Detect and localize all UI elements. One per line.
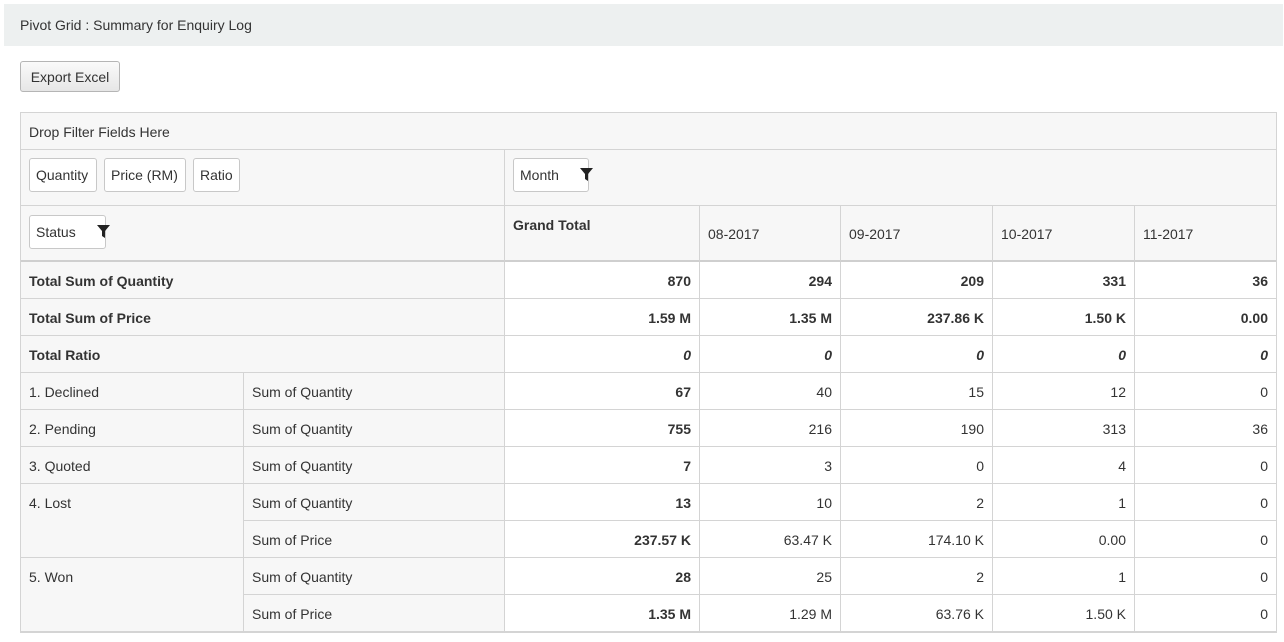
column-header-month[interactable]: 11-2017 [1135, 206, 1276, 262]
data-cell: 0 [841, 447, 993, 484]
column-field-label: Month [520, 167, 559, 183]
data-field-ratio[interactable]: Ratio [193, 158, 240, 192]
grand-total-header: Grand Total [505, 206, 700, 262]
data-field-price[interactable]: Price (RM) [104, 158, 186, 192]
data-cell: 36 [1135, 410, 1276, 447]
row-measure-label: Sum of Quantity [244, 484, 505, 521]
column-header-month[interactable]: 08-2017 [700, 206, 841, 262]
grand-total-cell: 67 [505, 373, 700, 410]
data-cell: 63.47 K [700, 521, 841, 558]
data-cell: 2 [841, 558, 993, 595]
grand-total-cell: 7 [505, 447, 700, 484]
grand-total-cell: 870 [505, 262, 700, 299]
grand-total-cell: 28 [505, 558, 700, 595]
data-cell: 12 [993, 373, 1135, 410]
row-status-label: 3. Quoted [21, 447, 244, 484]
grand-total-cell: 1.35 M [505, 595, 700, 632]
total-row-label: Total Sum of Quantity [21, 262, 505, 299]
total-value-cell: 1.50 K [993, 299, 1135, 336]
grand-total-cell: 1.59 M [505, 299, 700, 336]
filter-drop-area[interactable]: Drop Filter Fields Here [21, 113, 1276, 150]
data-cell: 63.76 K [841, 595, 993, 632]
data-cell: 2 [841, 484, 993, 521]
data-cell: 0 [1135, 558, 1276, 595]
data-cell: 0 [1135, 521, 1276, 558]
row-status-label: 4. Lost [21, 484, 244, 558]
total-value-cell: 294 [700, 262, 841, 299]
data-cell: 4 [993, 447, 1135, 484]
export-excel-button[interactable]: Export Excel [20, 61, 120, 92]
pivot-grid: Drop Filter Fields Here Quantity Price (… [20, 112, 1277, 633]
row-measure-label: Sum of Quantity [244, 447, 505, 484]
panel-title: Pivot Grid : Summary for Enquiry Log [20, 17, 252, 33]
data-cell: 1 [993, 484, 1135, 521]
data-cell: 1.29 M [700, 595, 841, 632]
row-field-status[interactable]: Status [29, 215, 110, 249]
total-value-cell: 237.86 K [841, 299, 993, 336]
data-cell: 10 [700, 484, 841, 521]
data-cell: 1.50 K [993, 595, 1135, 632]
data-cell: 0 [1135, 595, 1276, 632]
data-field-area: Quantity Price (RM) Ratio [21, 150, 505, 206]
data-cell: 1 [993, 558, 1135, 595]
data-cell: 216 [700, 410, 841, 447]
data-cell: 25 [700, 558, 841, 595]
data-field-quantity[interactable]: Quantity [29, 158, 97, 192]
row-status-label: 2. Pending [21, 410, 244, 447]
filter-area-label: Drop Filter Fields Here [29, 124, 170, 140]
data-cell: 313 [993, 410, 1135, 447]
column-field-area: Month [505, 150, 1276, 206]
row-status-label: 1. Declined [21, 373, 244, 410]
grand-total-cell: 13 [505, 484, 700, 521]
total-row-label: Total Ratio [21, 336, 505, 373]
data-cell: 3 [700, 447, 841, 484]
row-field-area: Status [21, 206, 505, 262]
row-measure-label: Sum of Price [244, 521, 505, 558]
total-value-cell: 0.00 [1135, 299, 1276, 336]
grand-total-cell: 755 [505, 410, 700, 447]
total-value-cell: 0 [700, 336, 841, 373]
row-measure-label: Sum of Quantity [244, 373, 505, 410]
total-value-cell: 0 [993, 336, 1135, 373]
data-cell: 40 [700, 373, 841, 410]
total-value-cell: 331 [993, 262, 1135, 299]
panel-header: Pivot Grid : Summary for Enquiry Log [4, 4, 1283, 46]
row-status-label: 5. Won [21, 558, 244, 632]
total-value-cell: 0 [1135, 336, 1276, 373]
total-value-cell: 1.35 M [700, 299, 841, 336]
row-measure-label: Sum of Price [244, 595, 505, 632]
grand-total-cell: 0 [505, 336, 700, 373]
row-measure-label: Sum of Quantity [244, 410, 505, 447]
total-value-cell: 0 [841, 336, 993, 373]
row-field-label: Status [36, 224, 76, 240]
data-cell: 0 [1135, 373, 1276, 410]
data-cell: 190 [841, 410, 993, 447]
data-cell: 0.00 [993, 521, 1135, 558]
column-header-month[interactable]: 09-2017 [841, 206, 993, 262]
data-cell: 174.10 K [841, 521, 993, 558]
total-row-label: Total Sum of Price [21, 299, 505, 336]
total-value-cell: 36 [1135, 262, 1276, 299]
data-cell: 0 [1135, 484, 1276, 521]
row-measure-label: Sum of Quantity [244, 558, 505, 595]
data-cell: 15 [841, 373, 993, 410]
grand-total-cell: 237.57 K [505, 521, 700, 558]
column-field-month[interactable]: Month [513, 158, 593, 192]
total-value-cell: 209 [841, 262, 993, 299]
data-cell: 0 [1135, 447, 1276, 484]
column-header-month[interactable]: 10-2017 [993, 206, 1135, 262]
